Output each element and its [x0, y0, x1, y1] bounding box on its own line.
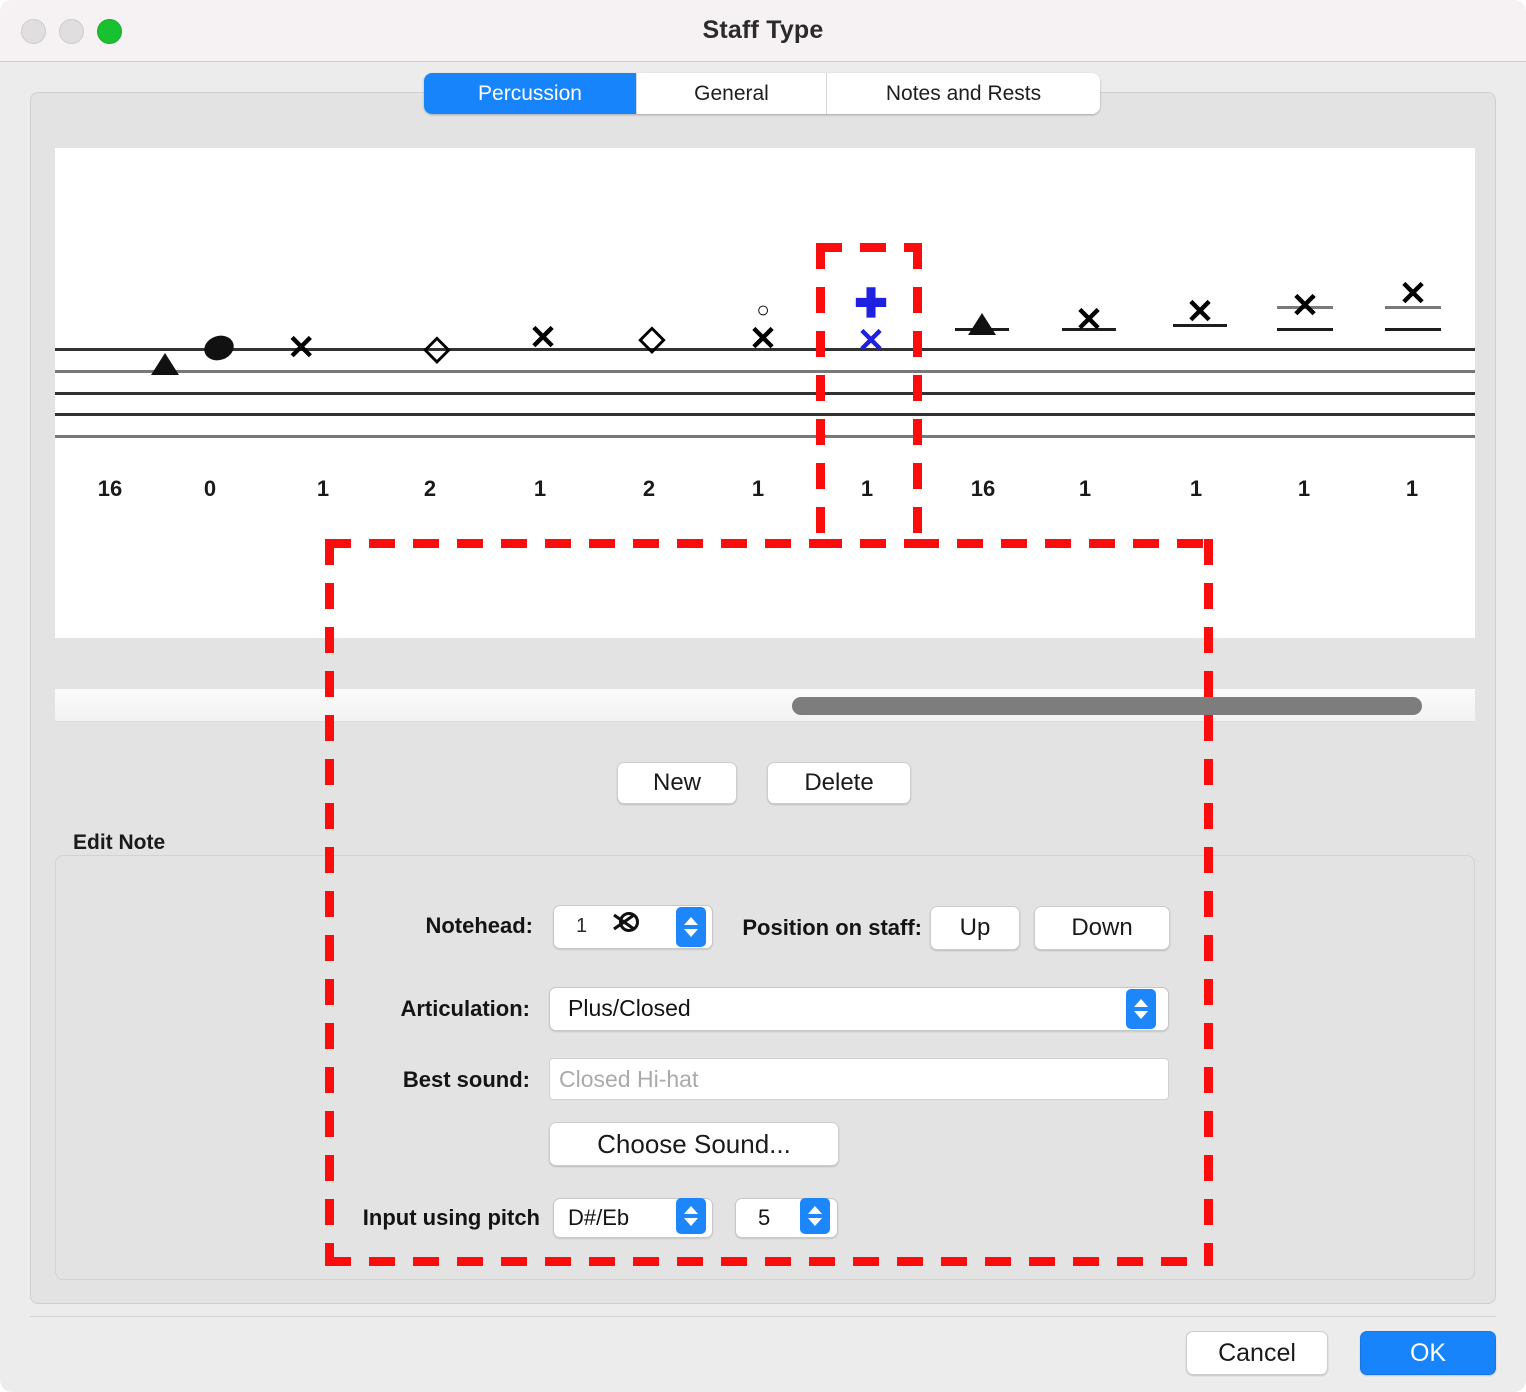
note-number-6: 2 [642, 476, 656, 501]
horizontal-scrollbar[interactable] [55, 688, 1475, 722]
articulation-value: Plus/Closed [568, 995, 691, 1021]
note-number-2: 0 [203, 476, 217, 501]
notehead-x-10[interactable]: ✕ [1075, 303, 1104, 337]
tab-notes-and-rests[interactable]: Notes and Rests [826, 73, 1100, 114]
chevron-up-icon [808, 1206, 822, 1214]
note-number-3: 1 [316, 476, 330, 501]
x-with-circle-icon-svg [613, 912, 639, 932]
note-number-5: 1 [533, 476, 547, 501]
position-on-staff-label: Position on staff: [742, 915, 922, 940]
staff-line-5 [55, 435, 1475, 438]
notehead-triangle-1[interactable] [151, 353, 179, 375]
chevron-up-icon [1134, 999, 1148, 1007]
note-number-1: 16 [97, 476, 123, 501]
note-number-12: 1 [1297, 476, 1311, 501]
input-using-pitch-label: Input using pitch [362, 1205, 540, 1230]
tab-general[interactable]: General [636, 73, 826, 114]
staff-line-3 [55, 392, 1475, 395]
notehead-triangle-9[interactable] [968, 313, 996, 335]
pitch-stepper[interactable] [676, 1198, 706, 1234]
chevron-down-icon [684, 1218, 698, 1226]
staff-line-4 [55, 413, 1475, 416]
chevron-up-icon [684, 1206, 698, 1214]
scrollbar-thumb[interactable] [792, 697, 1422, 715]
position-up-button[interactable]: Up [930, 906, 1020, 950]
note-number-11: 1 [1189, 476, 1203, 501]
notehead-diamond-6[interactable]: ◇ [639, 321, 665, 355]
pitch-value: D#/Eb [568, 1205, 630, 1230]
notehead-diamond-4[interactable]: ◇ [424, 331, 450, 365]
notehead-x-5[interactable]: ✕ [529, 321, 558, 355]
staff-preview[interactable]: ✕ ◇ ✕ ◇ ○ ✕ ✚ ✕ ✕ ✕ ✕ ✕ 16 0 1 2 1 2 1 1… [55, 148, 1475, 638]
best-sound-label: Best sound: [402, 1067, 530, 1092]
new-button[interactable]: New [617, 762, 737, 804]
note-number-9: 16 [970, 476, 996, 501]
window-titlebar: Staff Type [0, 0, 1526, 62]
articulation-label: Articulation: [400, 996, 530, 1021]
note-number-10: 1 [1078, 476, 1092, 501]
ledger-line-13b [1385, 328, 1441, 331]
notehead-x-12[interactable]: ✕ [1291, 289, 1320, 323]
notehead-stepper[interactable] [676, 907, 706, 947]
notehead-plus-8-selected[interactable]: ✚ [854, 284, 888, 324]
octave-value: 5 [758, 1205, 771, 1230]
notehead-x-8-selected[interactable]: ✕ [857, 324, 886, 358]
notehead-value: 1 [576, 915, 588, 937]
tab-bar: Percussion General Notes and Rests [424, 73, 1100, 114]
note-number-4: 2 [423, 476, 437, 501]
best-sound-placeholder: Closed Hi-hat [559, 1066, 699, 1092]
position-down-button[interactable]: Down [1034, 906, 1170, 950]
footer-divider [30, 1316, 1496, 1317]
page-title: Staff Type [702, 16, 824, 44]
notehead-circle-7[interactable]: ○ [756, 299, 769, 321]
staff-line-2 [55, 370, 1475, 373]
notehead-x-7[interactable]: ✕ [749, 322, 778, 356]
note-number-13: 1 [1405, 476, 1419, 501]
chevron-down-icon [684, 929, 698, 937]
ok-button[interactable]: OK [1360, 1331, 1496, 1375]
notehead-x-13[interactable]: ✕ [1399, 277, 1428, 311]
notehead-x-11[interactable]: ✕ [1186, 295, 1215, 329]
cancel-button[interactable]: Cancel [1186, 1331, 1328, 1375]
choose-sound-button[interactable]: Choose Sound... [549, 1122, 839, 1166]
chevron-down-icon [808, 1218, 822, 1226]
x-with-circle-icon [608, 907, 642, 944]
notehead-label: Notehead: [425, 913, 533, 938]
note-number-8: 1 [860, 476, 874, 501]
articulation-stepper[interactable] [1126, 989, 1156, 1029]
chevron-down-icon [1134, 1011, 1148, 1019]
note-number-7: 1 [751, 476, 765, 501]
octave-stepper[interactable] [800, 1198, 830, 1234]
edit-note-group-label: Edit Note [73, 831, 166, 854]
staff-type-dialog: Staff Type Percussion General Notes and … [0, 0, 1526, 1392]
delete-button[interactable]: Delete [767, 762, 911, 804]
notehead-oval-2[interactable] [201, 331, 237, 365]
tab-percussion[interactable]: Percussion [424, 73, 636, 114]
notehead-x-3[interactable]: ✕ [287, 331, 327, 365]
chevron-up-icon [684, 917, 698, 925]
ledger-line-12b [1277, 328, 1333, 331]
